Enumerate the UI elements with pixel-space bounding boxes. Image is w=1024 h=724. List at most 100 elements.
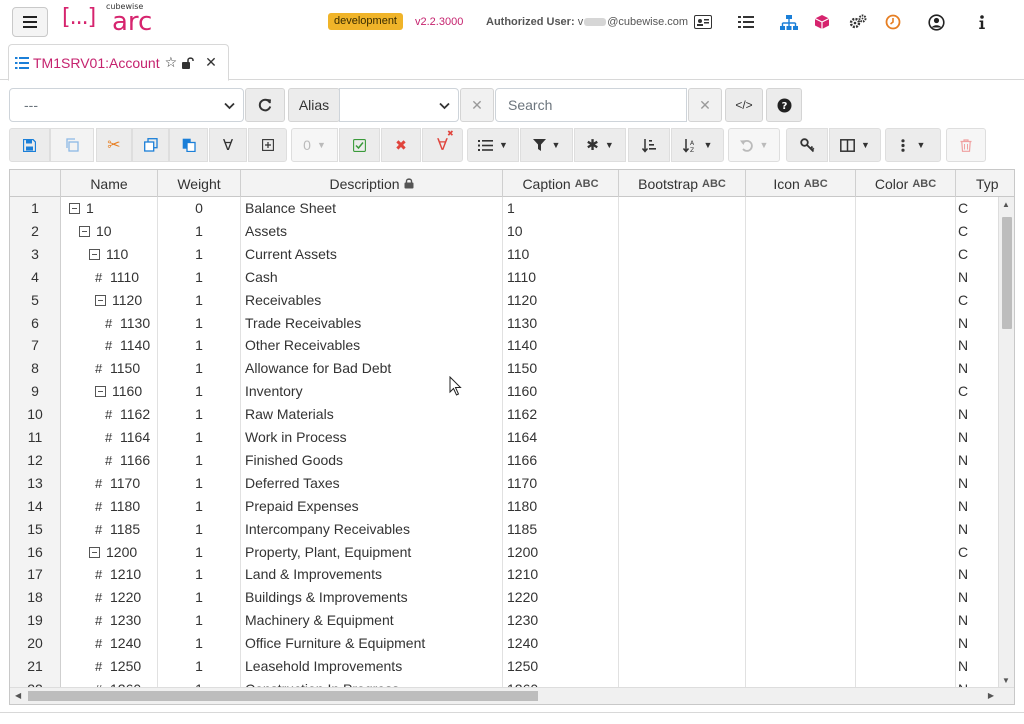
- weight-cell[interactable]: 1: [158, 334, 241, 358]
- description-cell[interactable]: Cash: [241, 265, 503, 289]
- name-cell[interactable]: 1: [61, 197, 158, 220]
- name-cell[interactable]: 1200: [61, 540, 158, 564]
- description-cell[interactable]: Other Receivables: [241, 334, 503, 358]
- vertical-scroll-thumb[interactable]: [1002, 217, 1012, 329]
- caption-cell[interactable]: 10: [503, 219, 619, 243]
- caption-cell[interactable]: 1220: [503, 586, 619, 610]
- table-row[interactable]: 12 #1166 1 Finished Goods 1166 N: [10, 448, 1000, 472]
- type-cell[interactable]: N: [956, 632, 1000, 655]
- weight-cell[interactable]: 1: [158, 517, 241, 541]
- caption-cell[interactable]: 1140: [503, 334, 619, 358]
- icon-cell[interactable]: [746, 609, 856, 633]
- description-cell[interactable]: Balance Sheet: [241, 197, 503, 220]
- level-select[interactable]: 0 ▼: [291, 128, 338, 162]
- info-icon[interactable]: [972, 12, 992, 32]
- clear-selection-button[interactable]: ∀ ✖: [422, 128, 463, 162]
- code-button[interactable]: </>: [725, 88, 763, 122]
- color-cell[interactable]: [856, 494, 956, 518]
- type-cell[interactable]: N: [956, 334, 1000, 357]
- bootstrap-cell[interactable]: [619, 540, 746, 564]
- description-cell[interactable]: Current Assets: [241, 242, 503, 266]
- color-cell[interactable]: [856, 632, 956, 656]
- description-cell[interactable]: Deferred Taxes: [241, 471, 503, 495]
- type-cell[interactable]: C: [956, 380, 1000, 403]
- bootstrap-cell[interactable]: [619, 494, 746, 518]
- color-cell[interactable]: [856, 471, 956, 495]
- weight-cell[interactable]: 1: [158, 403, 241, 427]
- color-cell[interactable]: [856, 334, 956, 358]
- type-cell[interactable]: N: [956, 312, 1000, 335]
- description-cell[interactable]: Work in Process: [241, 426, 503, 449]
- caption-cell[interactable]: 110: [503, 242, 619, 266]
- tab-tm1srv01-account[interactable]: TM1SRV01:Account ☆ ✕: [8, 44, 229, 81]
- description-cell[interactable]: Buildings & Improvements: [241, 586, 503, 610]
- icon-cell[interactable]: [746, 288, 856, 312]
- description-cell[interactable]: Land & Improvements: [241, 563, 503, 587]
- description-cell[interactable]: Prepaid Expenses: [241, 494, 503, 518]
- name-cell[interactable]: #1140: [61, 334, 158, 358]
- type-cell[interactable]: N: [956, 609, 1000, 632]
- icon-cell[interactable]: [746, 380, 856, 404]
- weight-cell[interactable]: 1: [158, 632, 241, 656]
- color-cell[interactable]: [856, 517, 956, 541]
- clear-search-button[interactable]: ✕: [688, 88, 722, 122]
- type-cell[interactable]: N: [956, 403, 1000, 426]
- type-cell[interactable]: C: [956, 541, 1000, 564]
- description-cell[interactable]: Receivables: [241, 288, 503, 312]
- weight-cell[interactable]: 1: [158, 311, 241, 335]
- bootstrap-cell[interactable]: [619, 242, 746, 266]
- type-cell[interactable]: N: [956, 518, 1000, 541]
- table-row[interactable]: 8 #1150 1 Allowance for Bad Debt 1150 N: [10, 357, 1000, 381]
- weight-cell[interactable]: 1: [158, 609, 241, 633]
- caption-cell[interactable]: 1170: [503, 471, 619, 495]
- caption-cell[interactable]: 1200: [503, 540, 619, 564]
- security-button[interactable]: [786, 128, 828, 162]
- icon-cell[interactable]: [746, 334, 856, 358]
- table-row[interactable]: 1 1 0 Balance Sheet 1 C: [10, 197, 1000, 220]
- unlock-icon[interactable]: [182, 56, 195, 69]
- caption-cell[interactable]: 1162: [503, 403, 619, 427]
- caption-cell[interactable]: 1150: [503, 357, 619, 381]
- color-cell[interactable]: [856, 655, 956, 678]
- name-cell[interactable]: #1240: [61, 632, 158, 656]
- hierarchy-icon[interactable]: [779, 12, 799, 32]
- icon-cell[interactable]: [746, 426, 856, 449]
- scroll-up-icon[interactable]: ▲: [1002, 200, 1010, 209]
- name-cell[interactable]: #1110: [61, 265, 158, 289]
- alias-select[interactable]: [339, 88, 459, 122]
- copy-button[interactable]: [50, 128, 94, 162]
- name-cell[interactable]: #1230: [61, 609, 158, 633]
- caption-cell[interactable]: 1230: [503, 609, 619, 633]
- search-input[interactable]: Search: [495, 88, 687, 122]
- table-row[interactable]: 13 #1170 1 Deferred Taxes 1170 N: [10, 471, 1000, 495]
- color-cell[interactable]: [856, 242, 956, 266]
- undo-button[interactable]: ▼: [728, 128, 780, 162]
- column-header-weight[interactable]: Weight: [158, 170, 241, 197]
- bootstrap-cell[interactable]: [619, 288, 746, 312]
- description-cell[interactable]: Property, Plant, Equipment: [241, 540, 503, 564]
- type-cell[interactable]: N: [956, 563, 1000, 586]
- description-cell[interactable]: Trade Receivables: [241, 311, 503, 335]
- scroll-down-icon[interactable]: ▼: [1002, 676, 1010, 685]
- name-cell[interactable]: 10: [61, 219, 158, 243]
- table-row[interactable]: 11 #1164 1 Work in Process 1164 N: [10, 426, 1000, 449]
- weight-cell[interactable]: 1: [158, 288, 241, 312]
- color-cell[interactable]: [856, 563, 956, 587]
- table-row[interactable]: 15 #1185 1 Intercompany Receivables 1185 N: [10, 517, 1000, 541]
- save-button[interactable]: [9, 128, 50, 162]
- icon-cell[interactable]: [746, 586, 856, 610]
- table-row[interactable]: 6 #1130 1 Trade Receivables 1130 N: [10, 311, 1000, 335]
- color-cell[interactable]: [856, 403, 956, 427]
- description-cell[interactable]: Assets: [241, 219, 503, 243]
- description-cell[interactable]: Leasehold Improvements: [241, 655, 503, 678]
- table-row[interactable]: 5 1120 1 Receivables 1120 C: [10, 288, 1000, 312]
- collapse-icon[interactable]: [89, 546, 100, 558]
- name-cell[interactable]: 1160: [61, 380, 158, 404]
- column-header-caption[interactable]: Caption ABC: [503, 170, 619, 197]
- color-cell[interactable]: [856, 609, 956, 633]
- scroll-right-icon[interactable]: ▶: [988, 691, 994, 700]
- color-cell[interactable]: [856, 448, 956, 472]
- name-cell[interactable]: #1162: [61, 403, 158, 427]
- name-cell[interactable]: #1185: [61, 517, 158, 541]
- caption-cell[interactable]: 1130: [503, 311, 619, 335]
